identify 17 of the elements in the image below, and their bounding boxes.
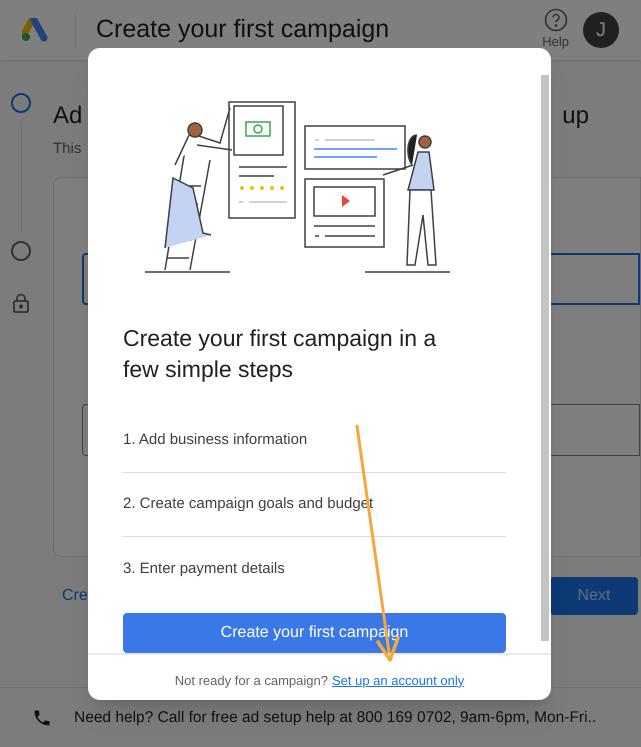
page-title: Create your first campaign <box>96 14 390 46</box>
step-text: 1. Add business information <box>123 430 308 450</box>
help-icon <box>544 8 568 32</box>
help-footer-text: Need help? Call for free ad setup help at 800 169 0702, 9am-6pm, Mon-Fri.. <box>74 708 596 728</box>
phone-icon <box>32 708 52 728</box>
step-text: 3. Enter payment details <box>123 558 285 579</box>
avatar[interactable]: J <box>583 12 619 48</box>
help-button[interactable]: Help <box>542 8 569 52</box>
next-button[interactable]: Next <box>550 576 638 614</box>
section-title: Ad <box>53 101 82 131</box>
logo-icon <box>22 18 50 42</box>
dialog-footer-text: Not ready for a campaign? <box>174 672 328 690</box>
back-link[interactable]: Cre <box>62 584 88 608</box>
section-subtitle: This <box>53 139 82 159</box>
dialog-heading: Create your first campaign in a few simple steps <box>123 324 438 384</box>
account-only-link[interactable]: Set up an account only <box>332 670 464 690</box>
section-title-end: up <box>562 101 589 131</box>
